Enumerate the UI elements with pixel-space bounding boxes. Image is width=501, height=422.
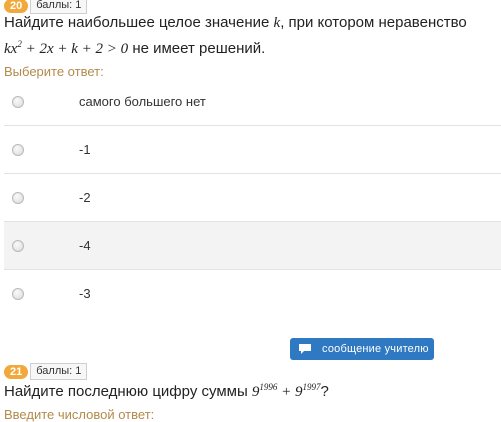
- inequality: kx2 + 2x + k + 2 > 0: [4, 39, 129, 58]
- speech-bubble-icon: [298, 343, 312, 355]
- option-row[interactable]: самого большего нет: [4, 78, 501, 126]
- option-label: самого большего нет: [79, 94, 206, 109]
- question-number-badge: 21: [4, 364, 29, 379]
- question-21-header: 21 баллы: 1: [4, 363, 88, 380]
- option-label: -2: [79, 190, 91, 205]
- points-label: баллы: 1: [30, 363, 88, 380]
- option-row[interactable]: -4: [4, 222, 501, 270]
- radio-button[interactable]: [12, 240, 24, 252]
- message-teacher-label: сообщение учителю: [322, 343, 429, 355]
- radio-button[interactable]: [12, 288, 24, 300]
- option-label: -1: [79, 142, 91, 157]
- option-row[interactable]: -1: [4, 126, 501, 174]
- option-row[interactable]: -2: [4, 174, 501, 222]
- answer-prompt: Выберите ответ:: [4, 64, 104, 79]
- option-label: -3: [79, 286, 91, 301]
- option-label: -4: [79, 238, 91, 253]
- message-teacher-button[interactable]: сообщение учителю: [290, 338, 434, 360]
- radio-button[interactable]: [12, 96, 24, 108]
- question-20-text-line1: Найдите наибольшее целое значение k, при…: [4, 14, 467, 31]
- question-21-text: Найдите последнюю цифру суммы 91996 + 91…: [4, 382, 329, 401]
- sum-expression: 91996 + 91997: [251, 382, 321, 401]
- option-row[interactable]: -3: [4, 270, 501, 317]
- question-number-badge: 20: [4, 0, 29, 13]
- radio-button[interactable]: [12, 144, 24, 156]
- answer-prompt: Введите числовой ответ:: [4, 407, 155, 422]
- radio-button[interactable]: [12, 192, 24, 204]
- answer-options: самого большего нет -1 -2 -4 -3: [4, 78, 501, 317]
- question-20-text-line2: kx2 + 2x + k + 2 > 0 не имеет решений.: [4, 39, 266, 58]
